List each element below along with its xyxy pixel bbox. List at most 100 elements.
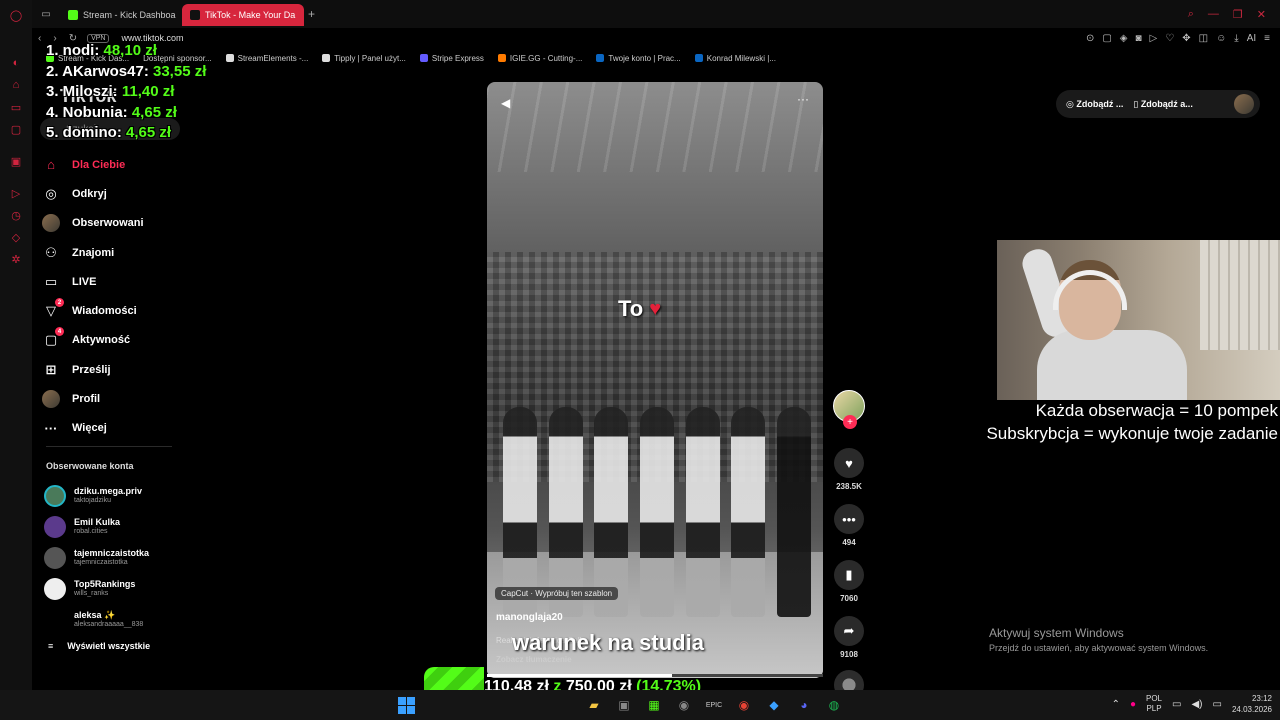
chevron-up-icon[interactable]: ⌃ [1112, 699, 1120, 710]
video-more-icon[interactable]: ··· [797, 92, 809, 106]
mute-icon[interactable]: ◀ [501, 96, 510, 110]
profile-avatar-icon [40, 388, 62, 410]
chrome-icon[interactable]: ◉ [733, 694, 755, 716]
list-item[interactable]: aleksa ✨ aleksandraaaaa__838 [44, 604, 194, 635]
nav-following[interactable]: Obserwowani [40, 209, 190, 238]
bookmark-item[interactable]: StreamElements -... [225, 54, 308, 63]
see-all-label: Wyświetl wszystkie [67, 641, 151, 651]
bookmark-item[interactable]: Stripe Express [419, 54, 484, 63]
list-item[interactable]: Emil Kulka robal.cities [44, 511, 194, 542]
spotify-icon[interactable]: ◍ [823, 694, 845, 716]
menu-icon[interactable]: ≡ [1264, 33, 1270, 44]
donation-amount: 48,10 zł [103, 42, 157, 59]
back-icon[interactable]: ‹ [38, 33, 41, 44]
close-icon[interactable]: ✕ [1257, 8, 1266, 21]
see-all-button[interactable]: ≡ Wyświetl wszystkie [48, 641, 150, 651]
player-icon[interactable]: ▷ [0, 182, 32, 204]
shield-icon[interactable]: ◈ [1120, 33, 1128, 44]
minimize-icon[interactable]: — [1208, 8, 1219, 21]
bookmark-item[interactable]: Tipply | Panel użyt... [322, 54, 406, 63]
app-icon[interactable]: ▦ [643, 694, 665, 716]
new-tab-button[interactable]: + [308, 7, 315, 21]
nav-for-you[interactable]: ⌂ Dla Ciebie [40, 150, 190, 179]
clock[interactable]: 23:12 24.03.2026 [1232, 693, 1272, 715]
maximize-icon[interactable]: ❐ [1233, 8, 1243, 21]
video-ceiling [487, 82, 823, 172]
nav-messages[interactable]: ▽ 2 Wiadomości [40, 296, 190, 325]
profile-icon[interactable]: ☺ [1216, 33, 1226, 44]
instagram-icon[interactable]: ▢ [0, 118, 32, 140]
nav-profile[interactable]: Profil [40, 384, 190, 413]
tab-tiktok[interactable]: TikTok - Make Your Da [182, 4, 304, 26]
wallet-icon[interactable]: ◫ [1199, 33, 1208, 44]
share-button[interactable]: ➦ [834, 616, 864, 646]
comment-button[interactable]: ••• [834, 504, 864, 534]
pinboard-icon[interactable]: ◇ [0, 226, 32, 248]
extensions-icon[interactable]: ✥ [1182, 33, 1190, 44]
download-icon[interactable]: ⤓ [1234, 33, 1238, 44]
list-item[interactable]: Top5Rankings wills_ranks [44, 573, 194, 604]
volume-icon[interactable]: ◀) [1191, 699, 1202, 710]
aria-icon[interactable]: ◐ [0, 52, 32, 74]
home-icon: ⌂ [47, 157, 55, 173]
tab-kick[interactable]: Stream - Kick Dashboa [60, 4, 182, 26]
nav-label: Znajomi [72, 246, 115, 259]
message-icon: ▽ 2 [40, 298, 64, 322]
nav-label: Dla Ciebie [72, 158, 126, 171]
tab-menu-icon[interactable]: ▭ [32, 9, 60, 20]
stream-rules: Każda obserwacja = 10 pompek Subskrybcja… [986, 399, 1278, 445]
nav-explore[interactable]: ◎ Odkryj [40, 179, 190, 208]
nav-more[interactable]: ··· Więcej [40, 414, 190, 443]
video-dancers [497, 367, 817, 617]
like-button[interactable]: ♥ [834, 448, 864, 478]
pin-icon[interactable]: ⊙ [1086, 33, 1094, 44]
donation-amount: 11,40 zł [121, 83, 175, 100]
home-icon[interactable]: ⌂ [0, 74, 32, 96]
save-button[interactable]: ▮ [834, 560, 864, 590]
settings-icon[interactable]: ✲ [0, 248, 32, 270]
snapshot-icon[interactable]: ▢ [1102, 33, 1111, 44]
ai-icon[interactable]: AI [1247, 33, 1256, 44]
creator-avatar[interactable]: + [833, 390, 865, 429]
opera-logo-icon[interactable]: ◯ [0, 0, 32, 30]
language-indicator[interactable]: POL PLP [1146, 694, 1162, 714]
bookmark-item[interactable]: IGIE.GG - Cutting-... [497, 54, 582, 63]
app-icon[interactable]: ◉ [673, 694, 695, 716]
battery-icon[interactable]: ▭ [1213, 699, 1222, 710]
follow-plus-icon[interactable]: + [843, 415, 857, 429]
user-avatar[interactable] [1234, 94, 1254, 114]
video-progress-bar[interactable] [487, 674, 823, 677]
play-icon[interactable]: ▷ [1150, 33, 1158, 44]
capcut-badge[interactable]: CapCut · Wypróbuj ten szablon [495, 587, 619, 600]
search-tabs-icon[interactable]: ⌕ [1188, 8, 1194, 21]
network-icon[interactable]: ▭ [1172, 699, 1181, 710]
bookmark-item[interactable]: Konrad Milewski |... [694, 54, 776, 63]
account-name: aleksa ✨ [74, 610, 116, 620]
list-item[interactable]: tajemniczaistotka tajemniczaistotka [44, 542, 194, 573]
file-explorer-icon[interactable]: ▰ [583, 694, 605, 716]
kick-app-icon[interactable]: ▣ [0, 150, 32, 172]
start-button[interactable] [395, 694, 417, 716]
camera-icon[interactable]: ◙ [1136, 33, 1142, 44]
nav-upload[interactable]: ⊞ Prześlij [40, 355, 190, 384]
top-right-actions: ◎ Zdobądź ... ▯ Zdobądź a... [1056, 90, 1260, 118]
search-icon[interactable] [425, 694, 575, 716]
nav-friends[interactable]: ⚇ Znajomi [40, 238, 190, 267]
bookmark-item[interactable]: Twoje konto | Prac... [596, 54, 681, 63]
app-icon[interactable]: ▣ [613, 694, 635, 716]
discord-icon[interactable]: ◕ [793, 694, 815, 716]
nav-activity[interactable]: ▢ 4 Aktywność [40, 326, 190, 355]
nav-live[interactable]: ▭ LIVE [40, 267, 190, 296]
app-icon[interactable]: ◆ [763, 694, 785, 716]
microphone-icon[interactable]: ● [1130, 699, 1136, 710]
video-username[interactable]: manonglaja20 [496, 612, 563, 623]
epic-games-icon[interactable]: EPIC [703, 694, 725, 716]
messenger-icon[interactable]: ▭ [0, 96, 32, 118]
list-item[interactable]: dziku.mega.priv taktojadziku [44, 480, 194, 511]
heart-icon[interactable]: ♡ [1165, 33, 1174, 44]
get-app-button[interactable]: ▯ Zdobądź a... [1133, 99, 1192, 110]
history-icon[interactable]: ◷ [0, 204, 32, 226]
see-translation-link[interactable]: Zobacz tłumaczenie [496, 655, 572, 664]
get-coins-button[interactable]: ◎ Zdobądź ... [1066, 99, 1123, 110]
tiktok-favicon-icon [190, 10, 200, 20]
